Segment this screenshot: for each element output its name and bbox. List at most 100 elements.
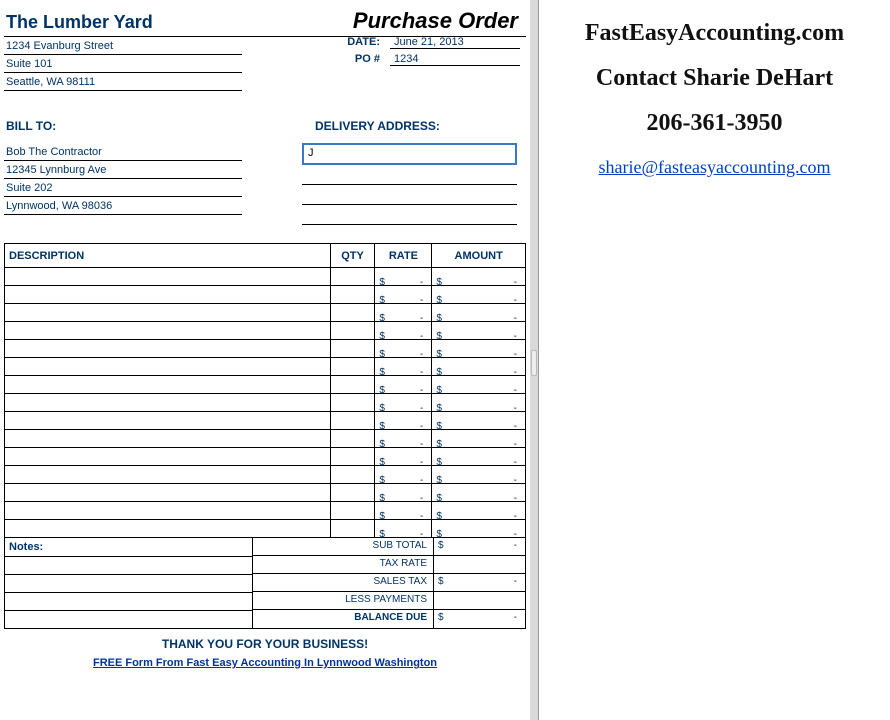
cell-qty[interactable]	[330, 484, 375, 502]
cell-qty[interactable]	[330, 322, 375, 340]
delivery-address-block: J	[302, 143, 517, 225]
cell-qty[interactable]	[330, 358, 375, 376]
cell-rate[interactable]: $-	[375, 394, 432, 412]
cell-rate[interactable]: $-	[375, 484, 432, 502]
delivery-addr-line4[interactable]	[302, 205, 517, 225]
notes-line[interactable]	[5, 556, 252, 574]
cell-qty[interactable]	[330, 394, 375, 412]
cell-rate[interactable]: $-	[375, 412, 432, 430]
cell-description[interactable]	[5, 394, 331, 412]
cell-description[interactable]	[5, 484, 331, 502]
table-row: $-$-	[5, 520, 526, 538]
date-label: DATE:	[300, 36, 390, 49]
date-value[interactable]: June 21, 2013	[390, 36, 520, 49]
cell-rate[interactable]: $-	[375, 268, 432, 286]
cell-description[interactable]	[5, 304, 331, 322]
po-meta-block: DATE: June 21, 2013 PO # 1234	[300, 36, 520, 70]
notes-line[interactable]	[5, 610, 252, 628]
cell-rate[interactable]: $-	[375, 520, 432, 538]
taxrate-label: TAX RATE	[253, 556, 433, 574]
cell-description[interactable]	[5, 340, 331, 358]
cell-amount: $-	[432, 376, 526, 394]
delivery-addr-input-active[interactable]: J	[302, 143, 517, 165]
subtotal-value: $-	[433, 538, 525, 556]
taxrate-value[interactable]	[433, 556, 525, 574]
cell-qty[interactable]	[330, 412, 375, 430]
company-addr-line3[interactable]: Seattle, WA 98111	[4, 73, 242, 91]
cell-description[interactable]	[5, 430, 331, 448]
cell-amount: $-	[432, 322, 526, 340]
notes-line[interactable]	[5, 574, 252, 592]
splitter-handle-icon[interactable]	[531, 350, 537, 376]
footer-link[interactable]: FREE Form From Fast Easy Accounting In L…	[4, 657, 526, 669]
cell-amount: $-	[432, 466, 526, 484]
delivery-addr-line3[interactable]	[302, 185, 517, 205]
col-rate: RATE	[375, 244, 432, 268]
lesspayments-value[interactable]	[433, 592, 525, 610]
cell-rate[interactable]: $-	[375, 430, 432, 448]
totals-block: SUB TOTAL $- TAX RATE SALES TAX $- LESS …	[253, 538, 525, 628]
cell-rate[interactable]: $-	[375, 502, 432, 520]
col-qty: QTY	[330, 244, 375, 268]
balance-label: BALANCE DUE	[253, 610, 433, 628]
cell-qty[interactable]	[330, 304, 375, 322]
cell-amount: $-	[432, 340, 526, 358]
cell-qty[interactable]	[330, 340, 375, 358]
cell-description[interactable]	[5, 286, 331, 304]
cell-rate[interactable]: $-	[375, 466, 432, 484]
cell-rate[interactable]: $-	[375, 304, 432, 322]
promo-email-link[interactable]: sharie@fasteasyaccounting.com	[599, 157, 831, 178]
cell-qty[interactable]	[330, 376, 375, 394]
cell-description[interactable]	[5, 466, 331, 484]
notes-label: Notes:	[5, 538, 252, 556]
table-row: $-$-	[5, 358, 526, 376]
cell-description[interactable]	[5, 376, 331, 394]
table-row: $-$-	[5, 340, 526, 358]
cell-rate[interactable]: $-	[375, 340, 432, 358]
cell-description[interactable]	[5, 520, 331, 538]
table-row: $-$-	[5, 304, 526, 322]
pane-splitter[interactable]	[530, 0, 538, 720]
subtotal-label: SUB TOTAL	[253, 538, 433, 556]
cell-description[interactable]	[5, 322, 331, 340]
table-row: $-$-	[5, 466, 526, 484]
table-row: $-$-	[5, 376, 526, 394]
cell-qty[interactable]	[330, 430, 375, 448]
po-number-label: PO #	[300, 53, 390, 66]
cell-description[interactable]	[5, 448, 331, 466]
cell-rate[interactable]: $-	[375, 376, 432, 394]
billto-line2[interactable]: 12345 Lynnburg Ave	[4, 161, 242, 179]
cell-qty[interactable]	[330, 286, 375, 304]
delivery-addr-line2[interactable]	[302, 165, 517, 185]
cell-qty[interactable]	[330, 466, 375, 484]
table-row: $-$-	[5, 430, 526, 448]
cell-description[interactable]	[5, 358, 331, 376]
cell-qty[interactable]	[330, 520, 375, 538]
company-addr-line2[interactable]: Suite 101	[4, 55, 242, 73]
cell-qty[interactable]	[330, 448, 375, 466]
cell-amount: $-	[432, 412, 526, 430]
cell-description[interactable]	[5, 502, 331, 520]
billto-line3[interactable]: Suite 202	[4, 179, 242, 197]
line-items-table: DESCRIPTION QTY RATE AMOUNT $-$-$-$-$-$-…	[4, 243, 526, 538]
cell-rate[interactable]: $-	[375, 286, 432, 304]
cell-qty[interactable]	[330, 502, 375, 520]
cell-rate[interactable]: $-	[375, 322, 432, 340]
company-addr-line1[interactable]: 1234 Evanburg Street	[4, 37, 242, 55]
promo-contact: Contact Sharie DeHart	[549, 65, 880, 92]
table-row: $-$-	[5, 286, 526, 304]
cell-qty[interactable]	[330, 268, 375, 286]
cell-rate[interactable]: $-	[375, 358, 432, 376]
company-name: The Lumber Yard	[4, 6, 155, 35]
cell-description[interactable]	[5, 268, 331, 286]
cell-rate[interactable]: $-	[375, 448, 432, 466]
cell-amount: $-	[432, 520, 526, 538]
billto-line4[interactable]: Lynnwood, WA 98036	[4, 197, 242, 215]
po-number-value[interactable]: 1234	[390, 53, 520, 66]
cell-amount: $-	[432, 394, 526, 412]
table-row: $-$-	[5, 268, 526, 286]
billto-line1[interactable]: Bob The Contractor	[4, 143, 242, 161]
cell-amount: $-	[432, 304, 526, 322]
notes-line[interactable]	[5, 592, 252, 610]
cell-description[interactable]	[5, 412, 331, 430]
